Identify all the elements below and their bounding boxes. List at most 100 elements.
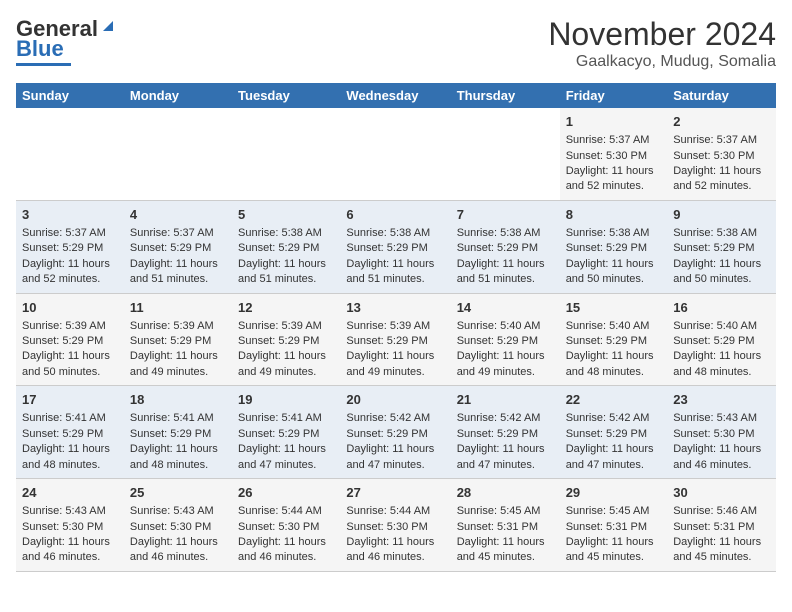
col-thursday: Thursday	[451, 83, 560, 108]
daylight-text: Daylight: 11 hours and 46 minutes.	[22, 535, 118, 566]
calendar-cell: 4Sunrise: 5:37 AMSunset: 5:29 PMDaylight…	[124, 200, 232, 293]
day-number: 11	[130, 299, 226, 317]
daylight-text: Daylight: 11 hours and 49 minutes.	[130, 349, 226, 380]
calendar-cell: 12Sunrise: 5:39 AMSunset: 5:29 PMDayligh…	[232, 293, 340, 386]
sunset-text: Sunset: 5:30 PM	[130, 520, 226, 535]
day-number: 20	[346, 391, 444, 409]
col-wednesday: Wednesday	[340, 83, 450, 108]
sunrise-text: Sunrise: 5:39 AM	[22, 319, 118, 334]
day-number: 21	[457, 391, 554, 409]
logo: General Blue	[16, 16, 117, 66]
sunset-text: Sunset: 5:29 PM	[673, 334, 770, 349]
sunset-text: Sunset: 5:29 PM	[346, 427, 444, 442]
daylight-text: Daylight: 11 hours and 51 minutes.	[238, 257, 334, 288]
day-number: 5	[238, 206, 334, 224]
calendar-cell: 7Sunrise: 5:38 AMSunset: 5:29 PMDaylight…	[451, 200, 560, 293]
calendar-cell: 5Sunrise: 5:38 AMSunset: 5:29 PMDaylight…	[232, 200, 340, 293]
sunrise-text: Sunrise: 5:40 AM	[673, 319, 770, 334]
day-number: 12	[238, 299, 334, 317]
daylight-text: Daylight: 11 hours and 50 minutes.	[673, 257, 770, 288]
day-number: 1	[566, 113, 662, 131]
calendar-cell: 19Sunrise: 5:41 AMSunset: 5:29 PMDayligh…	[232, 386, 340, 479]
sunrise-text: Sunrise: 5:41 AM	[130, 411, 226, 426]
calendar-week-1: 1Sunrise: 5:37 AMSunset: 5:30 PMDaylight…	[16, 108, 776, 200]
calendar-week-2: 3Sunrise: 5:37 AMSunset: 5:29 PMDaylight…	[16, 200, 776, 293]
calendar-cell: 22 Sunrise: 5:42 AMSunset: 5:29 PMDayligh…	[560, 386, 668, 479]
sunset-text: Sunset: 5:29 PM	[566, 241, 662, 256]
daylight-text: Daylight: 11 hours and 51 minutes.	[457, 257, 554, 288]
calendar-cell: 11Sunrise: 5:39 AMSunset: 5:29 PMDayligh…	[124, 293, 232, 386]
daylight-text: Daylight: 11 hours and 46 minutes.	[673, 442, 770, 473]
calendar-cell: 25Sunrise: 5:43 AMSunset: 5:30 PMDayligh…	[124, 479, 232, 572]
calendar-cell: 14Sunrise: 5:40 AMSunset: 5:29 PMDayligh…	[451, 293, 560, 386]
daylight-text: Daylight: 11 hours and 45 minutes.	[673, 535, 770, 566]
day-number: 27	[346, 484, 444, 502]
sunrise-text: Sunrise: 5:42 AM	[346, 411, 444, 426]
day-number: 3	[22, 206, 118, 224]
calendar-cell	[340, 108, 450, 200]
day-number: 28	[457, 484, 554, 502]
calendar-cell: 1Sunrise: 5:37 AMSunset: 5:30 PMDaylight…	[560, 108, 668, 200]
daylight-text: Daylight: 11 hours and 46 minutes.	[130, 535, 226, 566]
day-number: 14	[457, 299, 554, 317]
sunset-text: Sunset: 5:29 PM	[130, 427, 226, 442]
title-area: November 2024 Gaalkacyo, Mudug, Somalia	[548, 16, 776, 71]
sunrise-text: Sunrise: 5:37 AM	[22, 226, 118, 241]
daylight-text: Daylight: 11 hours and 47 minutes.	[346, 442, 444, 473]
sunset-text: Sunset: 5:31 PM	[457, 520, 554, 535]
calendar-cell: 2Sunrise: 5:37 AMSunset: 5:30 PMDaylight…	[667, 108, 776, 200]
sunrise-text: Sunrise: 5:38 AM	[566, 226, 662, 241]
sunset-text: Sunset: 5:29 PM	[22, 427, 118, 442]
location-title: Gaalkacyo, Mudug, Somalia	[548, 53, 776, 71]
day-number: 13	[346, 299, 444, 317]
calendar-cell: 9Sunrise: 5:38 AMSunset: 5:29 PMDaylight…	[667, 200, 776, 293]
daylight-text: Daylight: 11 hours and 48 minutes.	[566, 349, 662, 380]
logo-triangle-icon	[99, 17, 117, 35]
logo-blue: Blue	[16, 36, 64, 62]
sunset-text: Sunset: 5:30 PM	[238, 520, 334, 535]
sunset-text: Sunset: 5:29 PM	[238, 334, 334, 349]
col-saturday: Saturday	[667, 83, 776, 108]
daylight-text: Daylight: 11 hours and 48 minutes.	[673, 349, 770, 380]
sunrise-text: Sunrise: 5:42 AM	[566, 411, 662, 426]
calendar-cell: 23Sunrise: 5:43 AMSunset: 5:30 PMDayligh…	[667, 386, 776, 479]
day-number: 16	[673, 299, 770, 317]
calendar-table: Sunday Monday Tuesday Wednesday Thursday…	[16, 83, 776, 572]
sunset-text: Sunset: 5:30 PM	[673, 149, 770, 164]
col-tuesday: Tuesday	[232, 83, 340, 108]
calendar-cell: 6Sunrise: 5:38 AMSunset: 5:29 PMDaylight…	[340, 200, 450, 293]
sunset-text: Sunset: 5:31 PM	[673, 520, 770, 535]
daylight-text: Daylight: 11 hours and 49 minutes.	[346, 349, 444, 380]
calendar-cell	[232, 108, 340, 200]
sunrise-text: Sunrise: 5:43 AM	[22, 504, 118, 519]
sunset-text: Sunset: 5:29 PM	[457, 334, 554, 349]
sunset-text: Sunset: 5:29 PM	[346, 241, 444, 256]
calendar-header: Sunday Monday Tuesday Wednesday Thursday…	[16, 83, 776, 108]
day-number: 7	[457, 206, 554, 224]
daylight-text: Daylight: 11 hours and 49 minutes.	[457, 349, 554, 380]
day-number: 10	[22, 299, 118, 317]
sunrise-text: Sunrise: 5:45 AM	[566, 504, 662, 519]
calendar-cell: 15Sunrise: 5:40 AMSunset: 5:29 PMDayligh…	[560, 293, 668, 386]
daylight-text: Daylight: 11 hours and 48 minutes.	[130, 442, 226, 473]
calendar-cell: 8Sunrise: 5:38 AMSunset: 5:29 PMDaylight…	[560, 200, 668, 293]
page-header: General Blue November 2024 Gaalkacyo, Mu…	[16, 16, 776, 71]
day-number: 22	[566, 391, 662, 409]
calendar-cell: 16 Sunrise: 5:40 AMSunset: 5:29 PMDayligh…	[667, 293, 776, 386]
day-number: 29	[566, 484, 662, 502]
sunset-text: Sunset: 5:29 PM	[566, 427, 662, 442]
day-number: 4	[130, 206, 226, 224]
sunrise-text: Sunrise: 5:45 AM	[457, 504, 554, 519]
sunrise-text: Sunrise: 5:37 AM	[673, 133, 770, 148]
daylight-text: Daylight: 11 hours and 48 minutes.	[22, 442, 118, 473]
col-friday: Friday	[560, 83, 668, 108]
sunset-text: Sunset: 5:31 PM	[566, 520, 662, 535]
day-number: 25	[130, 484, 226, 502]
daylight-text: Daylight: 11 hours and 47 minutes.	[566, 442, 662, 473]
calendar-week-4: 17Sunrise: 5:41 AMSunset: 5:29 PMDayligh…	[16, 386, 776, 479]
calendar-cell: 28Sunrise: 5:45 AMSunset: 5:31 PMDayligh…	[451, 479, 560, 572]
col-sunday: Sunday	[16, 83, 124, 108]
sunset-text: Sunset: 5:30 PM	[346, 520, 444, 535]
sunset-text: Sunset: 5:29 PM	[22, 241, 118, 256]
sunset-text: Sunset: 5:30 PM	[673, 427, 770, 442]
